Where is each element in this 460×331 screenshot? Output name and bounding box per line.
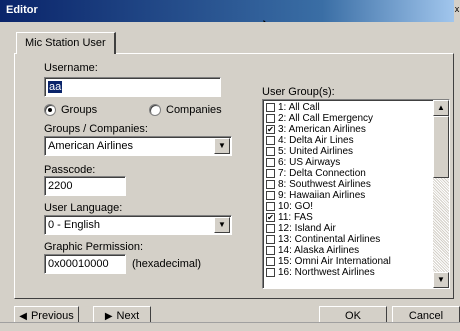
checkbox-unchecked[interactable] xyxy=(266,257,275,266)
list-item[interactable]: 4: Delta Air Lines xyxy=(265,135,431,146)
user-groups-label: User Group(s): xyxy=(262,86,335,98)
arrow-right-icon: ▶ xyxy=(104,311,113,322)
list-item-label: 11: FAS xyxy=(278,212,313,223)
radio-groups-label: Groups xyxy=(61,104,98,116)
list-item[interactable]: 13: Continental Airlines xyxy=(265,234,431,245)
list-item-label: 3: American Airlines xyxy=(278,124,366,135)
list-item[interactable]: ✔ 11: FAS xyxy=(265,212,431,223)
list-item-label: 12: Island Air xyxy=(278,223,336,234)
user-groups-list[interactable]: 1: All Call 2: All Call Emergency ✔ 3: Amer… xyxy=(262,99,450,289)
passcode-value: 2200 xyxy=(48,180,73,192)
checkbox-unchecked[interactable] xyxy=(266,180,275,189)
chevron-down-icon[interactable]: ▼ xyxy=(214,138,230,154)
checkbox-unchecked[interactable] xyxy=(266,246,275,255)
radio-companies[interactable] xyxy=(149,104,161,116)
title-bar: Editor x xyxy=(0,0,460,22)
close-icon[interactable]: x xyxy=(454,0,460,22)
list-item[interactable]: ✔ 3: American Airlines xyxy=(265,124,431,135)
scroll-up-icon[interactable]: ▲ xyxy=(433,100,449,116)
groups-companies-label: Groups / Companies: xyxy=(44,123,148,135)
language-select[interactable]: 0 - English ▼ xyxy=(44,215,232,235)
language-value: 0 - English xyxy=(48,219,100,231)
next-label: Next xyxy=(116,310,140,322)
radio-groups-dot xyxy=(48,108,52,112)
window-title: Editor xyxy=(6,4,38,16)
graphic-permission-label: Graphic Permission: xyxy=(44,241,144,253)
list-item-label: 4: Delta Air Lines xyxy=(278,135,354,146)
checkbox-unchecked[interactable] xyxy=(266,158,275,167)
checkbox-unchecked[interactable] xyxy=(266,202,275,211)
list-item[interactable]: 12: Island Air xyxy=(265,223,431,234)
scroll-down-icon[interactable]: ▼ xyxy=(433,272,449,288)
checkbox-unchecked[interactable] xyxy=(266,147,275,156)
checkbox-unchecked[interactable] xyxy=(266,103,275,112)
list-item[interactable]: 6: US Airways xyxy=(265,157,431,168)
list-item[interactable]: 2: All Call Emergency xyxy=(265,113,431,124)
list-item[interactable]: 8: Southwest Airlines xyxy=(265,179,431,190)
groups-companies-value: American Airlines xyxy=(48,140,133,152)
tab-mic-station-user[interactable]: Mic Station User xyxy=(16,32,116,54)
checkbox-unchecked[interactable] xyxy=(266,224,275,233)
graphic-permission-value: 0x00010000 xyxy=(48,258,109,270)
tab-panel: Username: aa Groups Companies Groups / C… xyxy=(14,53,454,299)
list-item-label: 15: Omni Air International xyxy=(278,256,391,267)
list-item[interactable]: 14: Alaska Airlines xyxy=(265,245,431,256)
list-item-label: 10: GO! xyxy=(278,201,314,212)
username-value: aa xyxy=(48,81,63,93)
scroll-thumb[interactable] xyxy=(433,116,449,178)
list-item[interactable]: 10: GO! xyxy=(265,201,431,212)
list-item-label: 16: Northwest Airlines xyxy=(278,267,375,278)
language-label: User Language: xyxy=(44,202,123,214)
status-strip xyxy=(0,322,460,331)
list-item-label: 7: Delta Connection xyxy=(278,168,366,179)
list-item-label: 6: US Airways xyxy=(278,157,341,168)
list-item-label: 8: Southwest Airlines xyxy=(278,179,371,190)
arrow-left-icon: ◀ xyxy=(19,311,27,322)
graphic-permission-input[interactable]: 0x00010000 xyxy=(44,254,126,274)
checkbox-unchecked[interactable] xyxy=(266,268,275,277)
checkbox-unchecked[interactable] xyxy=(266,235,275,244)
list-item-label: 9: Hawaiian Airlines xyxy=(278,190,366,201)
list-item[interactable]: 7: Delta Connection xyxy=(265,168,431,179)
list-item[interactable]: 9: Hawaiian Airlines xyxy=(265,190,431,201)
previous-label: Previous xyxy=(30,310,74,322)
list-item[interactable]: 5: United Airlines xyxy=(265,146,431,157)
list-item[interactable]: 1: All Call xyxy=(265,102,431,113)
checkbox-checked[interactable]: ✔ xyxy=(266,213,275,222)
groups-companies-select[interactable]: American Airlines ▼ xyxy=(44,136,232,156)
checkbox-checked[interactable]: ✔ xyxy=(266,125,275,134)
radio-groups[interactable] xyxy=(44,104,56,116)
checkbox-unchecked[interactable] xyxy=(266,136,275,145)
list-item[interactable]: 15: Omni Air International xyxy=(265,256,431,267)
list-scrollbar[interactable]: ▲ ▼ xyxy=(433,100,449,288)
dialog-body: Mic Station User Username: aa Groups Com… xyxy=(0,22,460,331)
list-item-label: 2: All Call Emergency xyxy=(278,113,374,124)
username-input[interactable]: aa xyxy=(44,77,221,97)
user-groups-items: 1: All Call 2: All Call Emergency ✔ 3: Amer… xyxy=(265,102,431,278)
list-item-label: 13: Continental Airlines xyxy=(278,234,381,245)
passcode-label: Passcode: xyxy=(44,164,96,176)
radio-companies-label: Companies xyxy=(166,104,222,116)
hexadecimal-note: (hexadecimal) xyxy=(132,258,202,270)
username-label: Username: xyxy=(44,62,98,74)
list-item-label: 1: All Call xyxy=(278,102,320,113)
passcode-input[interactable]: 2200 xyxy=(44,176,126,196)
checkbox-unchecked[interactable] xyxy=(266,114,275,123)
chevron-down-icon[interactable]: ▼ xyxy=(214,217,230,233)
list-item-label: 14: Alaska Airlines xyxy=(278,245,360,256)
checkbox-unchecked[interactable] xyxy=(266,191,275,200)
checkbox-unchecked[interactable] xyxy=(266,169,275,178)
list-item-label: 5: United Airlines xyxy=(278,146,354,157)
list-item[interactable]: 16: Northwest Airlines xyxy=(265,267,431,278)
